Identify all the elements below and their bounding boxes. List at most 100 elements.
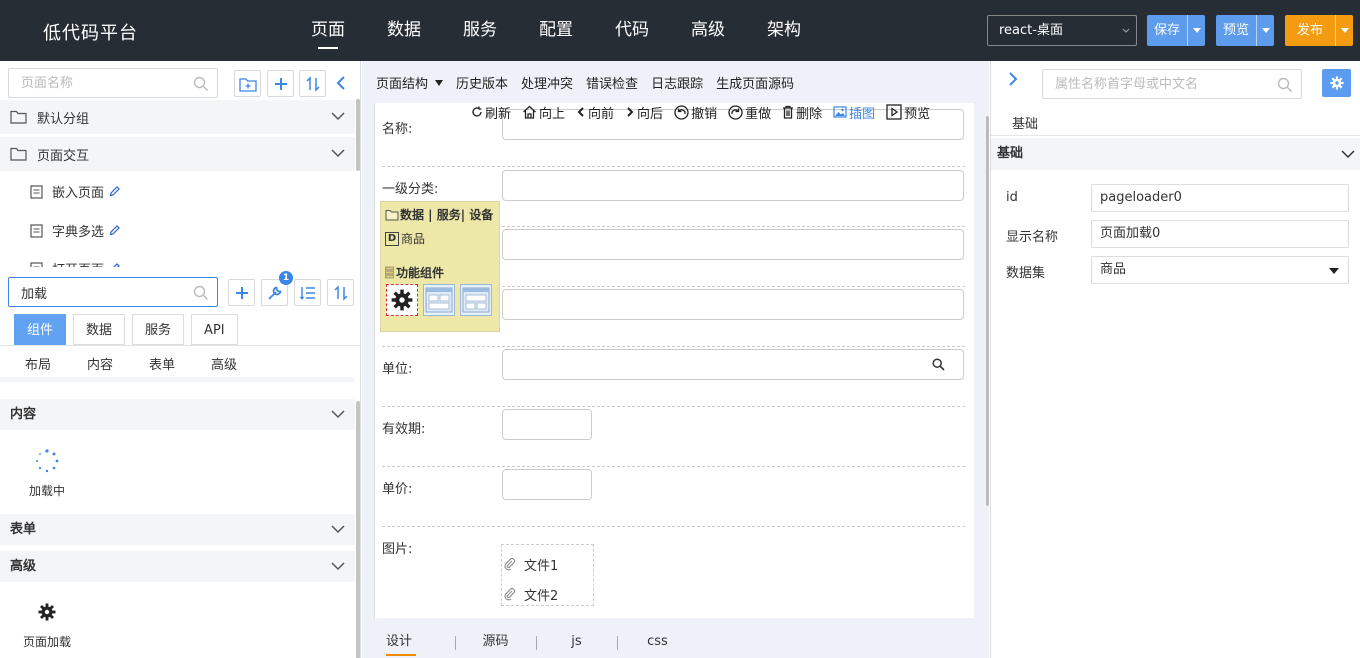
preview-button[interactable]: 预览 (1216, 15, 1275, 46)
delete-button[interactable]: 删除 (782, 103, 822, 122)
add-folder-button[interactable] (234, 70, 261, 97)
prop-id-input[interactable]: pageloader0 (1091, 184, 1349, 212)
search-icon[interactable] (932, 358, 945, 371)
price-input[interactable] (502, 469, 592, 500)
file-item[interactable]: 文件1 (504, 555, 558, 574)
tree-leaf-embed-page[interactable]: 嵌入页面 (30, 182, 120, 201)
nav-item-service[interactable]: 服务 (442, 0, 518, 61)
move-forward-button[interactable]: 向前 (576, 103, 614, 122)
palette-entity-label: 商品 (401, 232, 426, 246)
nav-item-page[interactable]: 页面 (290, 0, 366, 61)
refresh-button[interactable]: 刷新 (471, 103, 511, 122)
unit-lookup-input[interactable] (502, 349, 964, 380)
indent-button[interactable] (294, 279, 321, 306)
model-input[interactable] (502, 289, 964, 320)
tab-components[interactable]: 组件 (14, 314, 67, 345)
tab-data[interactable]: 数据 (73, 314, 126, 345)
validity-input[interactable] (502, 409, 592, 440)
move-back-button[interactable]: 向后 (625, 103, 663, 122)
undo-button[interactable]: 撤销 (674, 103, 717, 122)
publish-button[interactable]: 发布 (1285, 15, 1354, 46)
edit-icon[interactable] (109, 263, 120, 267)
component-scrollbar[interactable] (356, 401, 360, 658)
spec-input[interactable] (502, 229, 964, 260)
environment-select[interactable]: react-桌面 (987, 15, 1137, 46)
component-search-input[interactable] (9, 278, 217, 306)
plus-icon (274, 77, 287, 90)
menu-log-trace[interactable]: 日志跟踪 (651, 73, 703, 92)
canvas-scrollbar[interactable] (986, 116, 989, 506)
tree-group-interaction[interactable]: 页面交互 (0, 137, 355, 171)
move-up-button[interactable]: 向上 (522, 103, 566, 122)
edit-icon[interactable] (109, 186, 120, 197)
component-loading[interactable]: 加载中 (22, 448, 72, 499)
component-label: 页面加载 (22, 635, 71, 649)
sort-components-button[interactable] (327, 279, 354, 306)
subtab-form[interactable]: 表单 (149, 354, 175, 373)
add-page-button[interactable] (267, 70, 294, 97)
nav-item-architecture[interactable]: 架构 (746, 0, 822, 61)
collapse-left-icon[interactable] (335, 75, 347, 91)
menu-resolve-conflict[interactable]: 处理冲突 (521, 73, 573, 92)
save-button[interactable]: 保存 (1147, 15, 1206, 46)
sort-pages-button[interactable] (299, 70, 326, 97)
property-search-input[interactable] (1043, 70, 1301, 98)
prop-dataset-select[interactable]: 商品 (1091, 256, 1349, 284)
category-input[interactable] (502, 170, 964, 201)
tree-leaf-label: 嵌入页面 (52, 186, 105, 201)
tab-js[interactable]: js (536, 629, 617, 655)
tab-source[interactable]: 源码 (455, 629, 536, 655)
tree-leaf-dict-multiselect[interactable]: 字典多选 (30, 221, 120, 240)
menu-history[interactable]: 历史版本 (456, 73, 508, 92)
section-advanced[interactable]: 高级 (0, 551, 355, 582)
tab-services[interactable]: 服务 (132, 314, 185, 345)
save-dropdown-toggle[interactable] (1187, 15, 1205, 46)
add-component-button[interactable] (228, 279, 255, 306)
menu-generate-source[interactable]: 生成页面源码 (716, 73, 794, 92)
stack-icon (385, 266, 394, 279)
section-form[interactable]: 表单 (0, 514, 355, 545)
palette-group-label: 功能组件 (396, 266, 445, 280)
palette-chip-form[interactable] (423, 284, 455, 316)
file-item[interactable]: 文件2 (504, 585, 558, 604)
page-icon (30, 261, 43, 267)
edit-icon[interactable] (109, 225, 120, 236)
collapsed-section-edge (0, 377, 355, 382)
subtab-advanced[interactable]: 高级 (211, 354, 237, 373)
prop-display-name-input[interactable]: 页面加载0 (1091, 220, 1349, 248)
tab-api[interactable]: API (191, 314, 238, 345)
nav-item-data[interactable]: 数据 (366, 0, 442, 61)
tree-group-default[interactable]: 默认分组 (0, 100, 355, 134)
palette-chip-page-loader[interactable] (386, 284, 418, 316)
component-page-loader[interactable]: 页面加载 (17, 603, 77, 650)
dataset-icon: D (385, 231, 399, 246)
settings-button[interactable] (1322, 69, 1351, 97)
menu-error-check[interactable]: 错误检查 (586, 73, 638, 92)
tree-group-label: 页面交互 (37, 148, 90, 164)
menu-page-structure[interactable]: 页面结构 (376, 73, 444, 92)
palette-entity[interactable]: D 商品 (385, 230, 425, 247)
tool-label: 向上 (539, 106, 566, 122)
subtab-layout[interactable]: 布局 (25, 354, 51, 373)
page-search-input[interactable] (9, 69, 217, 97)
chevron-right-icon[interactable] (1007, 71, 1019, 87)
tab-design[interactable]: 设计 (374, 629, 455, 656)
tree-leaf-open-page[interactable]: 打开页面 (30, 259, 120, 267)
preview-page-button[interactable]: 预览 (886, 103, 930, 122)
redo-button[interactable]: 重做 (728, 103, 771, 122)
tab-css[interactable]: css (617, 629, 698, 655)
palette-chip-grid[interactable] (460, 284, 492, 316)
section-label: 高级 (10, 559, 37, 574)
tab-basic[interactable]: 基础 (1012, 113, 1038, 132)
subtab-content[interactable]: 内容 (87, 354, 113, 373)
chevron-down-icon (331, 149, 345, 158)
nav-item-code[interactable]: 代码 (594, 0, 670, 61)
tree-scrollbar[interactable] (356, 99, 360, 171)
section-content[interactable]: 内容 (0, 399, 355, 430)
insert-image-button[interactable]: 插图 (833, 103, 875, 122)
preview-dropdown-toggle[interactable] (1256, 15, 1274, 46)
section-basic[interactable]: 基础 (991, 138, 1360, 170)
nav-item-config[interactable]: 配置 (518, 0, 594, 61)
nav-item-advanced[interactable]: 高级 (670, 0, 746, 61)
publish-dropdown-toggle[interactable] (1335, 15, 1353, 46)
